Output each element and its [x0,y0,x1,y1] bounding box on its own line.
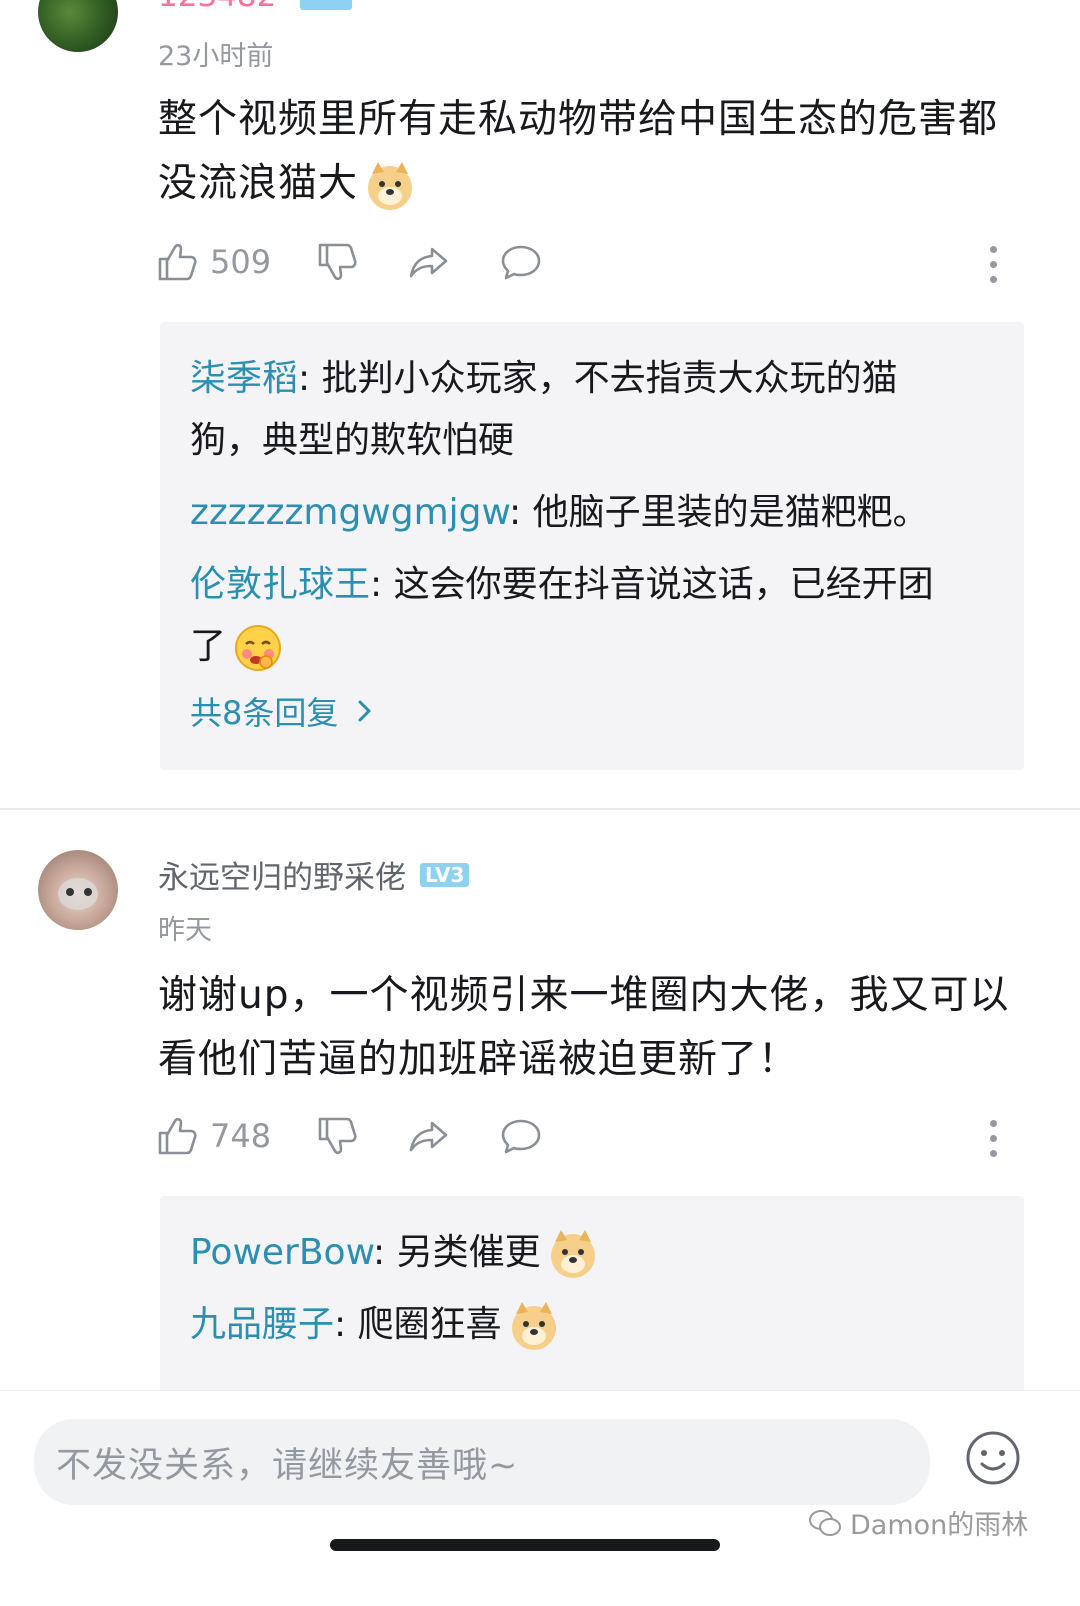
reply-item[interactable]: 九品腰子: 爬圈狂喜 [190,1294,996,1356]
thumbs-down-icon [318,243,357,281]
level-badge-icon [300,0,353,10]
reply-username[interactable]: 九品腰子 [190,1304,334,1345]
share-icon [409,1121,448,1152]
more-vertical-icon[interactable] [990,1120,998,1165]
view-more-replies-link[interactable]: 共8条回复 [190,688,996,734]
emoji-icon[interactable] [964,1429,1022,1487]
comment-input-bar: 不发没关系，请继续友善哦~ Damon的雨林 [0,1390,1080,1606]
dislike-button[interactable] [316,1108,358,1164]
reply-preview-box[interactable]: 柒季稻: 批判小众玩家，不去指责大众玩的猫 狗，典型的欺软怕硬 zzzzzzmg… [160,322,1024,770]
reply-username[interactable]: 柒季稻 [190,358,298,399]
username[interactable]: 永远空归的野采佬 LV3 [158,852,470,897]
comment-input[interactable]: 不发没关系，请继续友善哦~ [34,1419,930,1505]
avatar[interactable] [38,0,118,52]
comment-line: 谢谢up，一个视频引来一堆圈内大佬，我又可以 [158,973,1010,1018]
reply-username[interactable]: PowerBow [190,1232,373,1273]
comment-line: 整个视频里所有走私动物带给中国生态的危害都 [158,97,999,142]
reply-button[interactable] [500,1108,542,1164]
doge-emoji-icon [368,161,413,210]
thumbs-up-icon [158,1117,197,1155]
like-button[interactable]: 509 [156,234,271,290]
share-icon [409,247,448,278]
thumbs-up-icon [158,243,197,281]
dislike-button[interactable] [316,234,358,290]
like-count: 748 [210,1117,272,1155]
like-button[interactable]: 748 [156,1108,271,1164]
reply-item[interactable]: zzzzzzmgwgmjgw: 他脑子里装的是猫粑粑。 [190,482,996,544]
avatar[interactable] [38,850,118,930]
comment-icon [501,245,541,280]
comment-line: 看他们苦逼的加班辟谣被迫更新了！ [158,1037,799,1082]
comment-divider [0,808,1080,810]
share-button[interactable] [408,1108,450,1164]
doge-emoji-icon [511,1302,556,1350]
reply-button[interactable] [500,234,542,290]
wechat-icon [809,1509,841,1536]
reply-item[interactable]: 柒季稻: 批判小众玩家，不去指责大众玩的猫 狗，典型的欺软怕硬 [190,348,996,472]
home-indicator [330,1539,720,1551]
level-badge: LV3 [420,862,470,887]
share-button[interactable] [408,234,450,290]
like-count: 509 [210,243,272,281]
watermark: Damon的雨林 [808,1503,1028,1542]
reply-username[interactable]: 伦敦扎球王 [190,564,370,605]
comment-content: 谢谢up，一个视频引来一堆圈内大佬，我又可以 看他们苦逼的加班辟谣被迫更新了！ [158,964,1038,1092]
reply-username[interactable]: zzzzzzmgwgmjgw [190,492,509,533]
avatar-image [58,878,98,910]
comment-line: 没流浪猫大 [158,152,1038,216]
reply-item[interactable]: 伦敦扎球王: 这会你要在抖音说这话，已经开团 了 [190,554,996,678]
comment-time: 昨天 [158,915,212,946]
reply-item[interactable]: PowerBow: 另类催更 [190,1222,996,1284]
comment-content: 整个视频里所有走私动物带给中国生态的危害都 没流浪猫大 [158,88,1038,216]
comment-icon [501,1119,541,1154]
more-vertical-icon[interactable] [990,246,998,291]
embarrassed-emoji-icon [235,625,282,671]
username[interactable]: 123482 [158,0,353,14]
comment-time: 23小时前 [158,41,274,72]
chevron-right-icon [358,700,371,722]
comment-actions: 748 [156,1108,1036,1168]
comment-actions: 509 [156,234,1036,294]
doge-emoji-icon [550,1230,595,1278]
thumbs-down-icon [318,1117,357,1155]
